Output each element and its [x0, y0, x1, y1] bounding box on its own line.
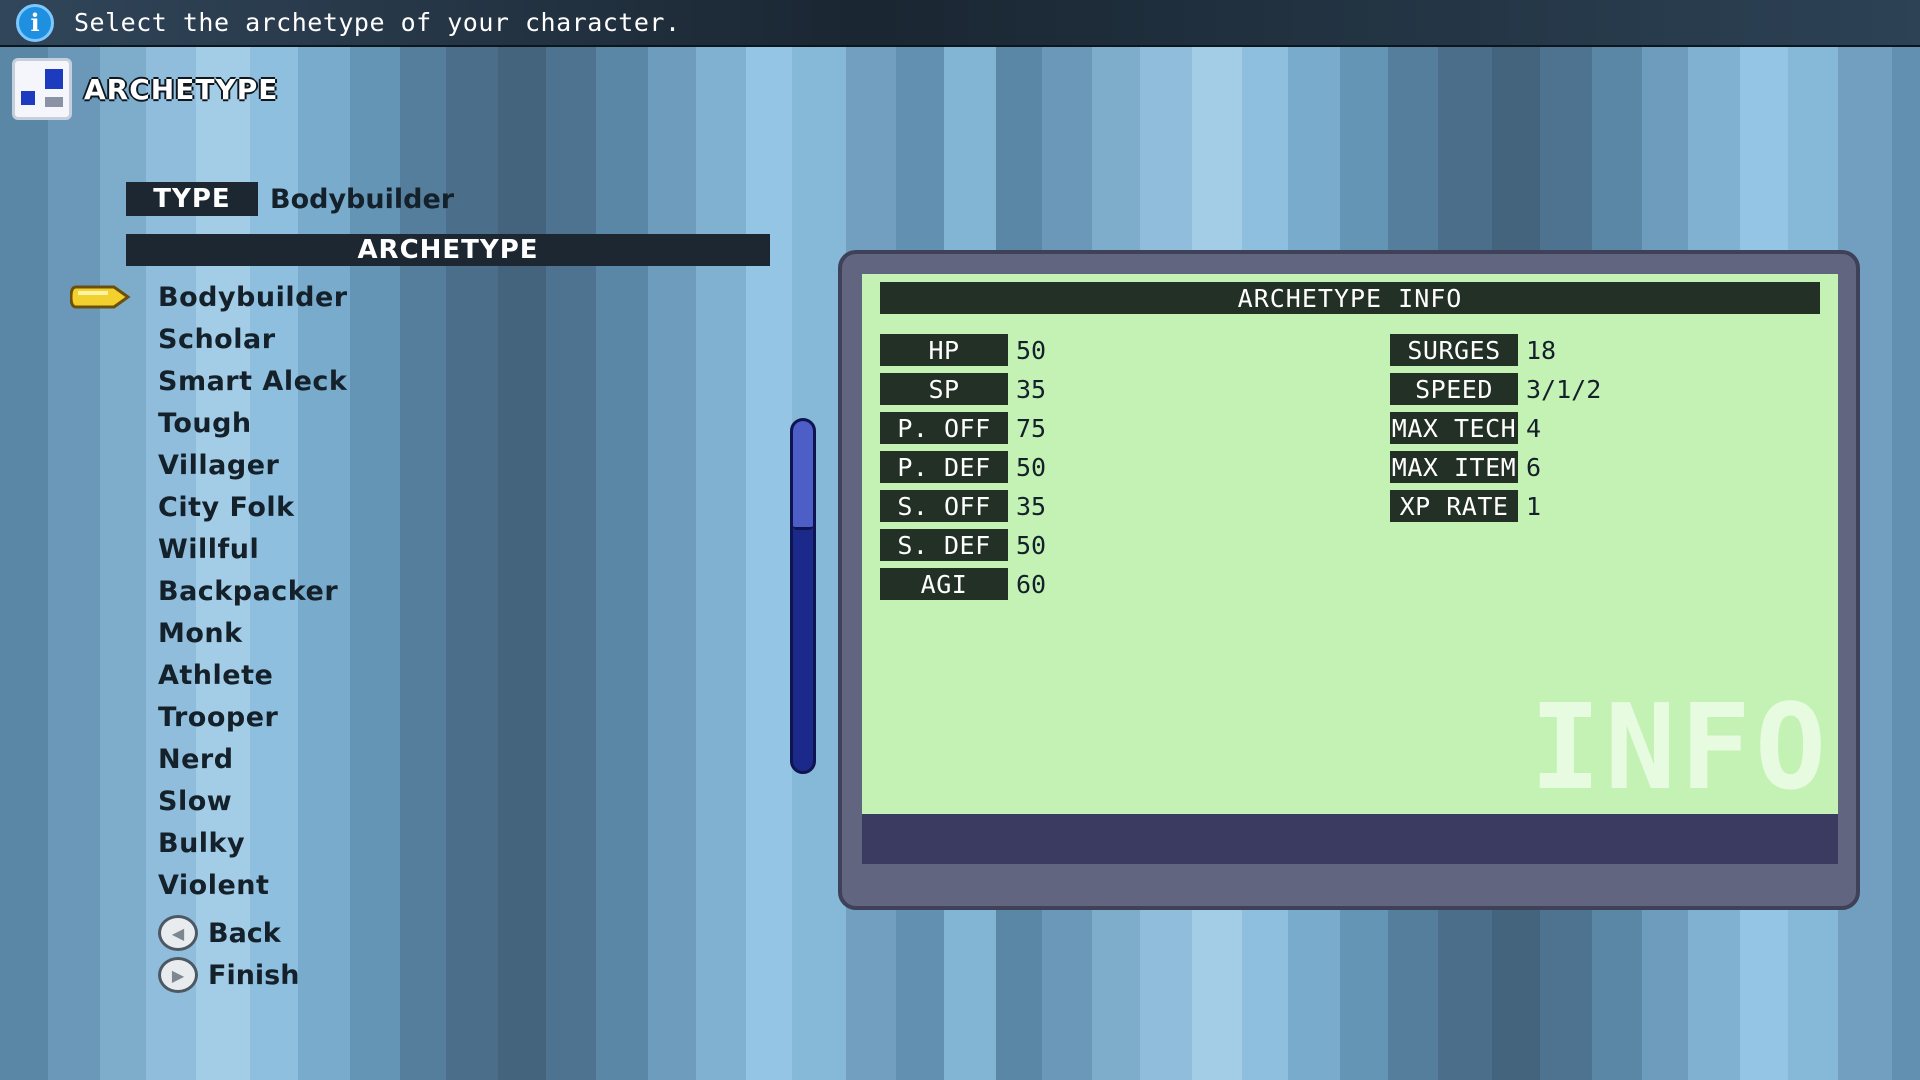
archetype-icon: [12, 58, 72, 120]
stat-value: 3/1/2: [1526, 374, 1602, 404]
stat-row: HP 50: [880, 334, 1046, 366]
stat-row: SP 35: [880, 373, 1046, 405]
hint-bar: i Select the archetype of your character…: [0, 0, 1920, 47]
archetype-option[interactable]: Villager: [158, 444, 348, 486]
type-label: TYPE: [126, 182, 258, 216]
page-header: ARCHETYPE: [12, 58, 278, 120]
stat-value: 50: [1016, 530, 1047, 560]
stat-row: AGI 60: [880, 568, 1046, 600]
archetype-option-label: Willful: [158, 533, 260, 565]
stat-row: MAX TECH 4: [1390, 412, 1541, 444]
archetype-list: Bodybuilder Scholar Smart Aleck Tough Villag…: [70, 276, 348, 906]
stat-label: AGI: [880, 568, 1008, 600]
archetype-option-label: Athlete: [158, 659, 274, 691]
stat-value: 35: [1016, 374, 1047, 404]
archetype-option-label: Slow: [158, 785, 233, 817]
info-watermark: INFO: [1529, 678, 1830, 814]
finish-button[interactable]: ▶ Finish: [158, 954, 299, 996]
archetype-option[interactable]: Bodybuilder: [70, 276, 348, 318]
page-title: ARCHETYPE: [84, 72, 279, 106]
archetype-option[interactable]: Slow: [158, 780, 348, 822]
info-panel-footer: [862, 814, 1838, 864]
left-arrow-button-icon: ◀: [158, 915, 198, 951]
back-label: Back: [208, 917, 281, 949]
list-scrollbar[interactable]: [790, 418, 816, 774]
archetype-option[interactable]: Smart Aleck: [158, 360, 348, 402]
stat-row: MAX ITEM 6: [1390, 451, 1541, 483]
type-value: Bodybuilder: [270, 183, 455, 215]
stat-row: SPEED 3/1/2: [1390, 373, 1601, 405]
archetype-option-label: Violent: [158, 869, 270, 901]
stat-label: SPEED: [1390, 373, 1518, 405]
stat-value: 4: [1526, 413, 1542, 443]
archetype-option[interactable]: Scholar: [158, 318, 348, 360]
archetype-option-label: Bulky: [158, 827, 246, 859]
archetype-option[interactable]: Monk: [158, 612, 348, 654]
archetype-option[interactable]: Tough: [158, 402, 348, 444]
scrollbar-thumb[interactable]: [793, 421, 813, 530]
info-screen: ARCHETYPE INFO INFO HP 50 SP 35 P. OFF 75 P. D…: [862, 274, 1838, 814]
info-panel-title: ARCHETYPE INFO: [880, 282, 1820, 314]
archetype-option-label: Monk: [158, 617, 243, 649]
archetype-option-label: Scholar: [158, 323, 276, 355]
stat-label: SURGES: [1390, 334, 1518, 366]
stat-value: 1: [1526, 491, 1542, 521]
stat-row: S. DEF 50: [880, 529, 1046, 561]
stat-label: P. OFF: [880, 412, 1008, 444]
info-icon: i: [16, 3, 54, 42]
footer-actions: ◀ Back ▶ Finish: [158, 912, 299, 996]
back-button[interactable]: ◀ Back: [158, 912, 299, 954]
stat-value: 75: [1016, 413, 1047, 443]
archetype-option-label: Backpacker: [158, 575, 339, 607]
archetype-list-header: ARCHETYPE: [126, 234, 770, 266]
archetype-option[interactable]: Bulky: [158, 822, 348, 864]
stat-label: MAX ITEM: [1390, 451, 1518, 483]
stat-label: HP: [880, 334, 1008, 366]
selection-cursor-icon: [70, 285, 131, 309]
archetype-option-label: Trooper: [158, 701, 279, 733]
finish-label: Finish: [208, 959, 300, 991]
type-field: TYPE Bodybuilder: [126, 182, 454, 216]
archetype-option-label: Villager: [158, 449, 280, 481]
stat-value: 35: [1016, 491, 1047, 521]
stat-row: SURGES 18: [1390, 334, 1556, 366]
archetype-option-label: Tough: [158, 407, 252, 439]
stat-label: S. DEF: [880, 529, 1008, 561]
stat-label: P. DEF: [880, 451, 1008, 483]
archetype-info-panel: ARCHETYPE INFO INFO HP 50 SP 35 P. OFF 75 P. D…: [838, 250, 1860, 910]
stat-value: 50: [1016, 452, 1047, 482]
right-arrow-button-icon: ▶: [158, 957, 198, 993]
stat-row: P. OFF 75: [880, 412, 1046, 444]
archetype-option[interactable]: Trooper: [158, 696, 348, 738]
archetype-option[interactable]: Nerd: [158, 738, 348, 780]
hint-text: Select the archetype of your character.: [74, 8, 681, 37]
archetype-option[interactable]: Athlete: [158, 654, 348, 696]
stat-label: MAX TECH: [1390, 412, 1518, 444]
stat-value: 50: [1016, 335, 1047, 365]
archetype-option[interactable]: Willful: [158, 528, 348, 570]
stat-value: 18: [1526, 335, 1557, 365]
stat-row: S. OFF 35: [880, 490, 1046, 522]
stat-value: 60: [1016, 569, 1047, 599]
stat-row: P. DEF 50: [880, 451, 1046, 483]
archetype-option-label: Bodybuilder: [158, 281, 348, 313]
archetype-option-label: Smart Aleck: [158, 365, 348, 397]
stat-label: SP: [880, 373, 1008, 405]
archetype-option[interactable]: Backpacker: [158, 570, 348, 612]
archetype-option[interactable]: Violent: [158, 864, 348, 906]
archetype-option-label: City Folk: [158, 491, 295, 523]
archetype-option-label: Nerd: [158, 743, 234, 775]
archetype-option[interactable]: City Folk: [158, 486, 348, 528]
stat-label: S. OFF: [880, 490, 1008, 522]
stat-value: 6: [1526, 452, 1542, 482]
stat-label: XP RATE: [1390, 490, 1518, 522]
stat-row: XP RATE 1: [1390, 490, 1541, 522]
